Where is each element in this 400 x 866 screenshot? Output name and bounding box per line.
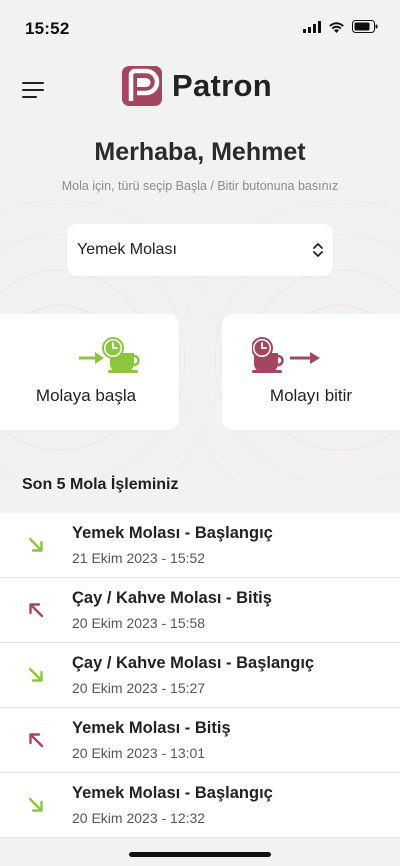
menu-icon-line — [22, 96, 37, 98]
start-break-button[interactable]: Molaya başla — [0, 314, 179, 430]
history-item[interactable]: Yemek Molası - Başlangıç 20 Ekim 2023 - … — [0, 773, 400, 838]
history-item[interactable]: Yemek Molası - Bitiş 20 Ekim 2023 - 13:0… — [0, 708, 400, 773]
arrow-down-right-icon — [28, 797, 43, 812]
history-item-date: 20 Ekim 2023 - 15:58 — [72, 615, 206, 631]
history-item-date: 20 Ekim 2023 - 15:27 — [72, 680, 206, 696]
chevron-up-down-icon — [313, 243, 323, 257]
history-item[interactable]: Yemek Molası - Başlangıç 21 Ekim 2023 - … — [0, 513, 400, 578]
app-name: Patron — [172, 68, 272, 103]
history-item-title: Çay / Kahve Molası - Başlangıç — [72, 654, 315, 672]
status-bar: 15:52 — [0, 0, 400, 56]
history-item[interactable]: Çay / Kahve Molası - Başlangıç 20 Ekim 2… — [0, 643, 400, 708]
end-break-label: Molayı bitir — [269, 386, 353, 405]
arrow-up-left-icon — [29, 603, 44, 618]
app-logo: Patron — [122, 66, 272, 106]
status-time: 15:52 — [25, 19, 70, 38]
arrow-up-left-icon — [29, 733, 44, 748]
history-item-title: Yemek Molası - Başlangıç — [72, 784, 273, 802]
signal-icon — [303, 20, 321, 33]
menu-button[interactable] — [22, 80, 46, 100]
history-item-title: Çay / Kahve Molası - Bitiş — [72, 589, 272, 607]
greeting-title: Merhaba, Mehmet — [94, 138, 306, 166]
patron-logo-icon — [122, 66, 162, 106]
history-item[interactable]: Çay / Kahve Molası - Bitiş 20 Ekim 2023 … — [0, 578, 400, 643]
history-item-title: Yemek Molası - Başlangıç — [72, 524, 273, 542]
wifi-icon — [329, 21, 344, 33]
end-break-button[interactable]: Molayı bitir — [222, 314, 400, 430]
history-title: Son 5 Mola İşleminiz — [22, 476, 179, 493]
break-type-select[interactable]: Yemek Molası — [67, 224, 333, 276]
menu-icon-line — [22, 82, 44, 84]
status-icons — [303, 20, 378, 33]
start-break-label: Molaya başla — [35, 386, 137, 405]
battery-icon — [352, 20, 378, 33]
history-item-date: 20 Ekim 2023 - 13:01 — [72, 745, 206, 761]
history-item-date: 21 Ekim 2023 - 15:52 — [72, 550, 206, 566]
history-item-date: 20 Ekim 2023 - 12:32 — [72, 810, 206, 826]
start-break-icon — [79, 337, 140, 373]
break-type-value: Yemek Molası — [77, 241, 177, 258]
arrow-down-right-icon — [28, 667, 43, 682]
end-break-icon — [252, 337, 320, 373]
history-list: Yemek Molası - Başlangıç 21 Ekim 2023 - … — [0, 513, 400, 838]
home-indicator[interactable] — [129, 852, 271, 857]
arrow-down-right-icon — [28, 537, 43, 552]
history-item-title: Yemek Molası - Bitiş — [72, 719, 231, 737]
menu-icon-line — [22, 89, 44, 91]
instruction-text: Mola için, türü seçip Başla / Bitir buto… — [61, 179, 339, 193]
